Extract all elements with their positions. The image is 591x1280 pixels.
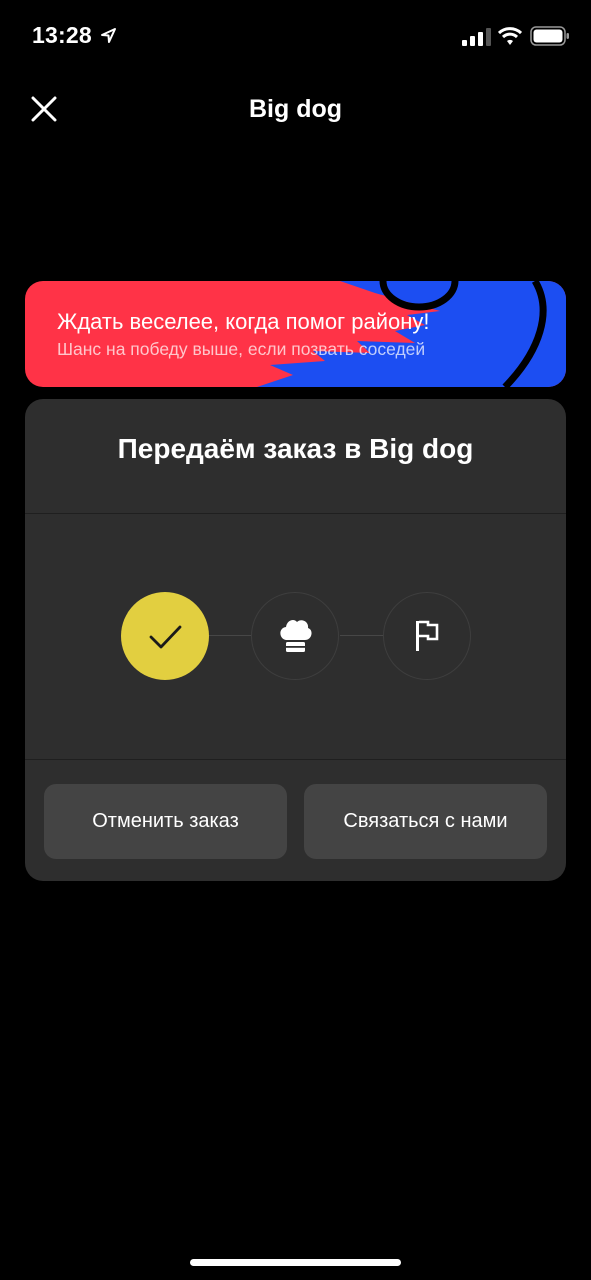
cellular-signal-icon: [462, 28, 491, 46]
status-time: 13:28: [32, 22, 92, 48]
battery-icon: [530, 26, 569, 46]
step-cooking: [251, 592, 339, 680]
home-indicator[interactable]: [190, 1259, 401, 1266]
chef-hat-icon: [280, 619, 312, 652]
flag-icon: [416, 620, 439, 651]
promo-title: Ждать веселее, когда помог району!: [57, 309, 430, 334]
step-connector: [209, 635, 251, 636]
status-bar: 13:28: [0, 0, 591, 72]
promo-banner[interactable]: Ждать веселее, когда помог району! Шанс …: [25, 281, 566, 387]
order-status-title: Передаём заказ в Big dog: [117, 433, 474, 464]
step-delivery: [383, 592, 471, 680]
page-title: Big dog: [248, 95, 343, 123]
step-connector: [340, 635, 383, 636]
contact-us-button[interactable]: Связаться с нами: [304, 784, 547, 859]
promo-subtitle: Шанс на победу выше, если позвать соседе…: [57, 339, 426, 359]
order-progress-steps: [25, 513, 566, 759]
divider: [25, 759, 566, 760]
wifi-icon: [498, 27, 522, 45]
step-accepted: [121, 592, 209, 680]
location-arrow-icon: [101, 28, 116, 43]
order-status-card: Передаём заказ в Big dog Отменить заказ …: [25, 399, 566, 881]
cancel-order-button[interactable]: Отменить заказ: [44, 784, 287, 859]
checkmark-icon: [149, 625, 182, 649]
